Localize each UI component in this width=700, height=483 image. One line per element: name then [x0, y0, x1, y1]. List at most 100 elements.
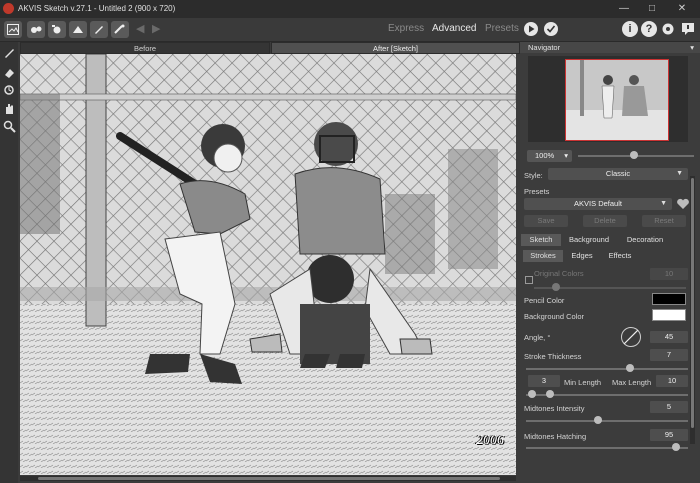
zoom-dropdown[interactable]: 100% ▾ — [527, 150, 572, 162]
min-length-field[interactable]: 3 — [528, 375, 560, 387]
undo-icon[interactable]: ◀ — [136, 22, 144, 35]
angle-field[interactable]: 45 — [650, 331, 688, 343]
title-bar: AKVIS Sketch v.27.1 - Untitled 2 (900 x … — [0, 0, 700, 18]
maximize-button[interactable]: □ — [640, 0, 664, 18]
pencil-tool-icon[interactable] — [3, 46, 16, 59]
background-color-swatch[interactable] — [652, 309, 686, 321]
pencil-color-swatch[interactable] — [652, 293, 686, 305]
sketch-image — [20, 54, 516, 475]
original-colors-checkbox[interactable] — [525, 276, 533, 284]
image-canvas[interactable]: 2006 — [20, 54, 516, 475]
min-length-knob[interactable] — [528, 390, 536, 398]
history-brush-icon[interactable] — [3, 84, 16, 97]
mode-express[interactable]: Express — [388, 23, 424, 34]
redo-icon[interactable]: ▶ — [152, 22, 160, 35]
tab-after[interactable]: After [Sketch] — [271, 42, 520, 54]
midtones-intensity-knob[interactable] — [594, 416, 602, 424]
minimize-button[interactable]: — — [612, 0, 636, 18]
midtones-intensity-slider[interactable] — [526, 420, 688, 422]
zoom-slider-knob[interactable] — [630, 151, 638, 159]
eraser-tool-icon[interactable] — [3, 66, 16, 79]
stroke-thickness-slider[interactable] — [526, 368, 688, 370]
stroke-thickness-knob[interactable] — [626, 364, 634, 372]
save-preset-button[interactable]: Save — [524, 215, 568, 227]
navigator-preview[interactable] — [528, 56, 688, 142]
reset-preset-button[interactable]: Reset — [642, 215, 686, 227]
toolbar: ◀ ▶ Express Advanced Presets i ? — [0, 18, 700, 42]
batch-button[interactable] — [27, 21, 45, 38]
navigator-title: Navigator — [528, 43, 561, 52]
chevron-down-icon: ▾ — [564, 151, 568, 160]
help-icon[interactable]: ? — [641, 21, 657, 37]
navigator-viewport[interactable] — [565, 59, 669, 141]
navigator-thumbnail — [566, 60, 668, 140]
canvas-icon — [52, 25, 61, 34]
canvas-horizontal-scrollbar[interactable] — [20, 476, 516, 481]
delete-preset-button[interactable]: Delete — [583, 215, 627, 227]
window-title: AKVIS Sketch v.27.1 - Untitled 2 (900 x … — [18, 4, 176, 13]
presets-label: Presets — [524, 187, 550, 196]
favorite-heart-icon[interactable] — [676, 198, 690, 210]
tab-background[interactable]: Background — [563, 234, 615, 246]
settings-scrollbar[interactable] — [690, 176, 695, 444]
info-icon[interactable]: i — [622, 21, 638, 37]
settings-tool-button[interactable] — [111, 21, 129, 38]
midtones-intensity-label: Midtones Intensity — [524, 404, 585, 413]
pencil-color-label: Pencil Color — [524, 296, 565, 305]
batch-icon — [31, 26, 42, 33]
collapse-arrow-icon[interactable]: ▾ — [690, 42, 694, 53]
style-value: Classic — [605, 169, 631, 178]
subtab-edges[interactable]: Edges — [564, 250, 600, 262]
magic-icon — [114, 24, 125, 34]
chevron-down-icon: ▼ — [660, 200, 667, 207]
original-colors-field[interactable]: 10 — [650, 268, 688, 280]
max-length-knob[interactable] — [546, 390, 554, 398]
message-icon — [682, 23, 694, 35]
style-dropdown[interactable]: Classic ▼ — [548, 168, 688, 180]
feedback-button[interactable] — [681, 22, 695, 36]
canvas-button[interactable] — [48, 21, 66, 38]
tab-sketch[interactable]: Sketch — [521, 234, 561, 246]
mode-advanced[interactable]: Advanced — [432, 23, 476, 34]
run-button[interactable] — [524, 22, 538, 36]
tab-decoration[interactable]: Decoration — [618, 234, 672, 246]
stroke-thickness-field[interactable]: 7 — [650, 349, 688, 361]
play-icon — [529, 25, 535, 33]
midtones-hatching-field[interactable]: 95 — [650, 429, 688, 441]
subtab-effects[interactable]: Effects — [602, 250, 638, 262]
mode-presets[interactable]: Presets — [485, 23, 519, 34]
app-logo-icon — [3, 3, 14, 14]
gear-icon — [662, 23, 674, 35]
share-button[interactable] — [69, 21, 87, 38]
max-length-label: Max Length — [612, 378, 652, 387]
tab-before[interactable]: Before — [20, 42, 270, 54]
close-button[interactable]: ✕ — [670, 0, 694, 18]
max-length-field[interactable]: 10 — [656, 375, 688, 387]
min-length-label: Min Length — [564, 378, 602, 387]
hand-tool-icon[interactable] — [3, 102, 16, 115]
preset-value: AKVIS Default — [574, 199, 622, 208]
apply-button[interactable] — [544, 22, 558, 36]
midtones-hatching-slider[interactable] — [526, 447, 688, 449]
chevron-down-icon: ▼ — [676, 170, 683, 177]
navigator-header[interactable]: Navigator ▾ — [520, 42, 700, 53]
midtones-hatching-label: Midtones Hatching — [524, 432, 587, 441]
settings-panel: Navigator ▾ 100% ▾ Style: Classic ▼ Pres… — [520, 42, 700, 483]
stroke-thickness-label: Stroke Thickness — [524, 352, 582, 361]
image-open-button[interactable] — [4, 21, 22, 38]
zoom-tool-icon[interactable] — [3, 120, 16, 133]
angle-dial-icon[interactable] — [620, 326, 642, 348]
midtones-hatching-knob[interactable] — [672, 443, 680, 451]
zoom-value: 100% — [535, 151, 555, 160]
preset-dropdown[interactable]: AKVIS Default ▼ — [524, 198, 672, 210]
original-colors-knob[interactable] — [552, 283, 560, 291]
open-image-icon — [7, 24, 19, 35]
print-button[interactable] — [90, 21, 108, 38]
preferences-button[interactable] — [661, 22, 675, 36]
tools-panel — [0, 42, 18, 483]
canvas-tabs: Before After [Sketch] — [20, 42, 520, 54]
original-colors-label: Original Colors — [534, 269, 584, 278]
checkmark-icon — [546, 25, 556, 33]
midtones-intensity-field[interactable]: 5 — [650, 401, 688, 413]
subtab-strokes[interactable]: Strokes — [523, 250, 563, 262]
